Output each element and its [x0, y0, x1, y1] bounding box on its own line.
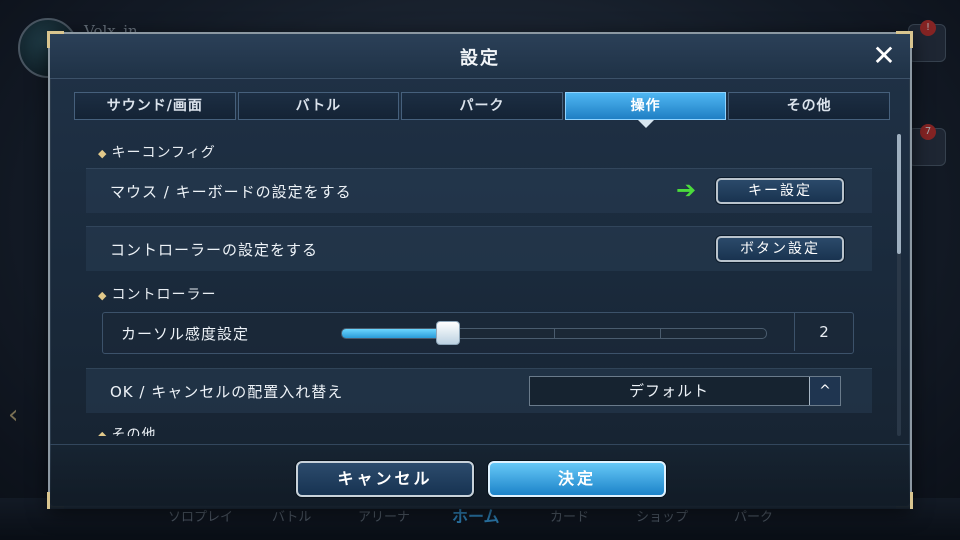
tab-perk[interactable]: パーク [401, 92, 563, 120]
section-heading-controller: ◆ コントローラー [98, 284, 216, 304]
dialog-header: 設定 ✕ [50, 34, 910, 79]
mouse-keyboard-label: マウス / キーボードの設定をする [110, 183, 352, 201]
sensitivity-value: 2 [794, 313, 853, 351]
section-heading-other: ◆ その他 [98, 424, 156, 436]
tab-battle[interactable]: バトル [237, 92, 400, 120]
section-heading-text: コントローラー [111, 287, 217, 303]
cursor-sensitivity-label: カーソル感度設定 [121, 325, 250, 343]
green-arrow-icon: ➔ [676, 176, 697, 204]
tab-other[interactable]: その他 [728, 92, 890, 120]
diamond-icon: ◆ [98, 147, 108, 160]
scrollbar-thumb[interactable] [897, 134, 901, 254]
slider-handle[interactable] [436, 321, 460, 345]
key-settings-button[interactable]: キー設定 [716, 178, 844, 204]
section-heading-key-config: ◆ キーコンフィグ [98, 142, 216, 162]
mouse-keyboard-row: マウス / キーボードの設定をする ➔ キー設定 [86, 168, 872, 213]
button-settings-button[interactable]: ボタン設定 [716, 236, 844, 262]
cursor-sensitivity-slider[interactable] [341, 328, 767, 339]
ok-cancel-swap-label: OK / キャンセルの配置入れ替え [110, 383, 344, 401]
diamond-icon: ◆ [98, 289, 108, 302]
confirm-button[interactable]: 決定 [488, 461, 666, 497]
tab-controls[interactable]: 操作 [564, 92, 727, 128]
diamond-icon: ◆ [98, 429, 108, 436]
ok-cancel-swap-row: OK / キャンセルの配置入れ替え デフォルト ^ [86, 368, 872, 413]
dialog-footer: キャンセル 決定 [50, 444, 910, 509]
settings-tabs: サウンド/画面 バトル パーク 操作 その他 [74, 92, 890, 128]
controller-row: コントローラーの設定をする ボタン設定 [86, 226, 872, 271]
tab-sound-screen[interactable]: サウンド/画面 [74, 92, 236, 120]
section-heading-text: キーコンフィグ [111, 145, 216, 161]
settings-content: ◆ キーコンフィグ マウス / キーボードの設定をする ➔ キー設定 コントローラ… [86, 134, 872, 436]
cursor-sensitivity-row: カーソル感度設定 2 [102, 312, 854, 354]
dialog-title: 設定 [460, 48, 500, 69]
swap-dropdown[interactable]: デフォルト ^ [529, 376, 841, 406]
settings-dialog: 設定 ✕ サウンド/画面 バトル パーク 操作 その他 ◆ キーコンフィグ マウス… [47, 31, 913, 509]
swap-dropdown-value: デフォルト [628, 382, 709, 400]
content-scrollbar[interactable] [897, 134, 901, 436]
close-icon[interactable]: ✕ [868, 40, 900, 72]
slider-fill [342, 329, 448, 338]
chevron-up-icon[interactable]: ^ [809, 377, 840, 405]
section-heading-text: その他 [111, 427, 157, 436]
controller-label: コントローラーの設定をする [110, 241, 319, 259]
cancel-button[interactable]: キャンセル [296, 461, 474, 497]
slider-tick [660, 329, 661, 338]
slider-tick [554, 329, 555, 338]
